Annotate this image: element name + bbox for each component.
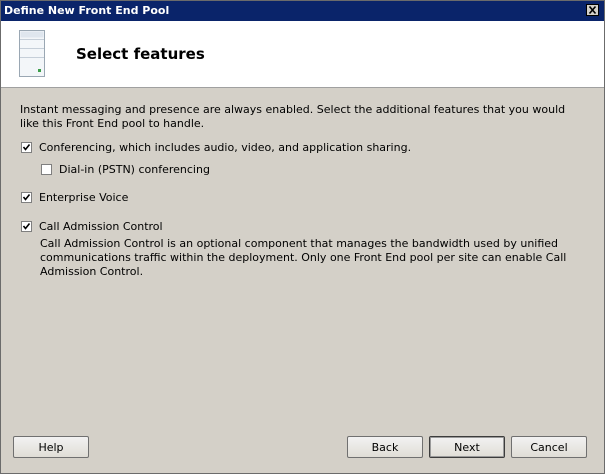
page-title: Select features	[76, 45, 205, 63]
intro-text: Instant messaging and presence are alway…	[20, 103, 566, 130]
server-icon	[19, 30, 45, 77]
call-admission-option[interactable]: Call Admission Control	[21, 220, 163, 233]
conferencing-option[interactable]: Conferencing, which includes audio, vide…	[21, 141, 411, 154]
help-button[interactable]: Help	[13, 436, 89, 458]
dialin-checkbox[interactable]	[41, 164, 52, 175]
title-bar[interactable]: Define New Front End Pool	[1, 1, 604, 21]
dialin-option[interactable]: Dial-in (PSTN) conferencing	[41, 163, 210, 176]
checkmark-icon	[22, 223, 31, 230]
dialog-window: Define New Front End Pool Select feature…	[0, 0, 605, 474]
call-admission-description: Call Admission Control is an optional co…	[40, 237, 567, 278]
checkmark-icon	[22, 144, 31, 151]
checkmark-icon	[22, 194, 31, 201]
call-admission-label: Call Admission Control	[39, 220, 163, 233]
dialin-label: Dial-in (PSTN) conferencing	[59, 163, 210, 176]
conferencing-checkbox[interactable]	[21, 142, 32, 153]
close-icon	[588, 5, 597, 15]
back-button[interactable]: Back	[347, 436, 423, 458]
next-button[interactable]: Next	[429, 436, 505, 458]
window-title: Define New Front End Pool	[4, 4, 170, 17]
enterprise-voice-checkbox[interactable]	[21, 192, 32, 203]
cancel-button[interactable]: Cancel	[511, 436, 587, 458]
enterprise-voice-label: Enterprise Voice	[39, 191, 129, 204]
call-admission-checkbox[interactable]	[21, 221, 32, 232]
wizard-header: Select features	[1, 21, 604, 88]
enterprise-voice-option[interactable]: Enterprise Voice	[21, 191, 128, 204]
conferencing-label: Conferencing, which includes audio, vide…	[39, 141, 412, 154]
close-button[interactable]	[586, 4, 599, 16]
